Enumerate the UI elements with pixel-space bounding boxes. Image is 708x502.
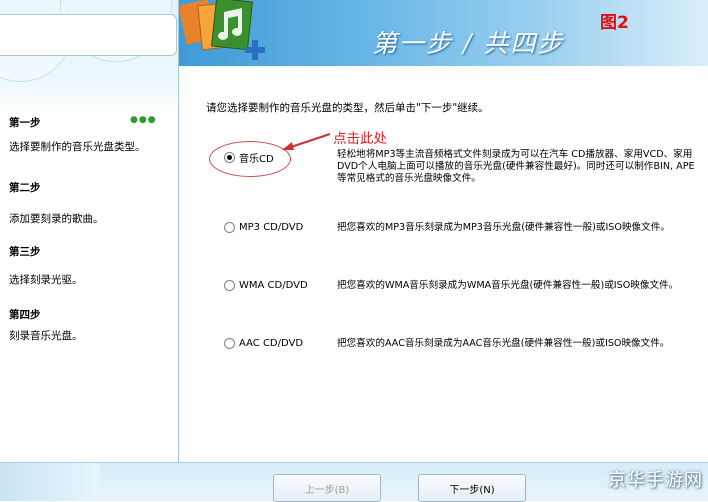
step-3: 第三步 选择刻录光驱。 (9, 244, 83, 287)
radio-button[interactable] (224, 280, 235, 291)
annotation-arrow-icon (282, 133, 331, 150)
option-wma-cd-dvd[interactable]: WMA CD/DVD (224, 280, 308, 292)
step-1: 第一步 选择要制作的音乐光盘类型。 (9, 115, 146, 154)
step-progress-title: 第一步 / 共四步 (372, 29, 565, 58)
option-desc: 把您喜欢的MP3音乐刻录成为MP3音乐光盘(硬件兼容性一般)或ISO映像文件。 (337, 222, 670, 233)
option-desc: 把您喜欢的AAC音乐刻录成为AAC音乐光盘(硬件兼容性一般)或ISO映像文件。 (337, 338, 670, 349)
step-desc: 选择要制作的音乐光盘类型。 (9, 141, 146, 153)
sidebar-top-panel (0, 14, 177, 56)
instruction-text: 请您选择要制作的音乐光盘的类型，然后单击"下一步"继续。 (206, 102, 489, 114)
footer-decoration (0, 463, 100, 501)
progress-dots-icon: ●●● (130, 115, 157, 125)
option-label: WMA CD/DVD (239, 280, 308, 291)
watermark-text: 京华手游网 (608, 470, 703, 491)
option-aac-cd-dvd[interactable]: AAC CD/DVD (224, 338, 303, 350)
option-audio-cd[interactable]: 音乐CD (224, 150, 274, 165)
step-desc: 刻录音乐光盘。 (9, 330, 83, 342)
music-app-logo-icon (180, 0, 265, 60)
radio-button[interactable] (224, 338, 235, 349)
option-label: AAC CD/DVD (239, 338, 304, 349)
step-title: 第四步 (9, 309, 41, 321)
option-desc: 把您喜欢的WMA音乐刻录成为WMA音乐光盘(硬件兼容性一般)或ISO映像文件。 (337, 280, 679, 291)
option-label: MP3 CD/DVD (239, 222, 304, 233)
step-title: 第二步 (9, 182, 41, 194)
radio-button[interactable] (224, 222, 235, 233)
option-label: 音乐CD (239, 154, 274, 165)
step-2: 第二步 添加要刻录的歌曲。 (9, 180, 104, 226)
wizard-sidebar: 第一步 选择要制作的音乐光盘类型。 ●●● 第二步 添加要刻录的歌曲。 第三步 … (0, 0, 179, 462)
option-desc: 轻松地将MP3等主流音频格式文件刻录成为可以在汽车 CD播放器、家用VCD、家用… (337, 149, 695, 184)
figure-label: 图2 (600, 13, 629, 33)
step-desc: 选择刻录光驱。 (9, 274, 83, 286)
prev-step-button[interactable]: 上一步(B) (273, 474, 381, 502)
next-step-button[interactable]: 下一步(N) (418, 474, 526, 502)
step-desc: 添加要刻录的歌曲。 (9, 213, 104, 225)
step-title: 第一步 (9, 117, 41, 129)
annotation-click-here: 点击此处 (333, 131, 387, 147)
step-title: 第三步 (9, 246, 41, 258)
step-4: 第四步 刻录音乐光盘。 (9, 307, 83, 343)
option-mp3-cd-dvd[interactable]: MP3 CD/DVD (224, 222, 303, 234)
radio-button[interactable] (224, 152, 235, 163)
